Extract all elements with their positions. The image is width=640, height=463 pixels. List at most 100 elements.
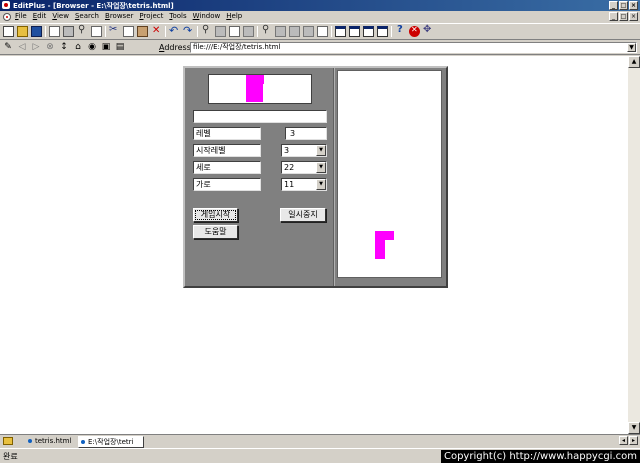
toolbar-separator: [391, 26, 392, 37]
globe-icon[interactable]: ◉: [87, 42, 97, 52]
document-system-icon[interactable]: [3, 13, 11, 21]
toolbar-separator: [257, 26, 258, 37]
scroll-down-icon[interactable]: ▼: [628, 422, 640, 434]
width-select[interactable]: 11 ▼: [281, 178, 327, 191]
tab-scroll-right-icon[interactable]: ▸: [629, 436, 638, 445]
menu-file[interactable]: File: [15, 12, 27, 20]
print-icon[interactable]: [63, 26, 74, 37]
spell-check-icon[interactable]: [77, 24, 88, 37]
menu-edit[interactable]: Edit: [33, 12, 47, 20]
folder-icon[interactable]: [3, 437, 13, 445]
print-preview-icon[interactable]: [91, 26, 102, 37]
menu-view[interactable]: View: [52, 12, 69, 20]
status-bar: 완료 Copyright(c) http://www.happycgi.com: [0, 448, 640, 463]
line-number-icon[interactable]: [289, 26, 300, 37]
pause-button[interactable]: 일시중지: [280, 208, 326, 222]
start-level-select[interactable]: 3 ▼: [281, 144, 327, 157]
doc-close-button[interactable]: ×: [629, 12, 638, 21]
next-piece-block: [255, 75, 264, 84]
column-select-icon[interactable]: [317, 26, 328, 37]
find-in-files-icon[interactable]: [229, 26, 240, 37]
address-input[interactable]: file:///E:/작업장/tetris.html ▼: [190, 42, 637, 53]
ruler-icon[interactable]: [303, 26, 314, 37]
copyright-banner: Copyright(c) http://www.happycgi.com: [440, 450, 640, 463]
menu-bar: File Edit View Search Browser Project To…: [0, 11, 640, 23]
redo-icon[interactable]: [183, 24, 194, 37]
goto-line-icon[interactable]: [243, 26, 254, 37]
window-list-icon[interactable]: [377, 26, 388, 37]
paste-icon[interactable]: [137, 26, 148, 37]
menu-window[interactable]: Window: [193, 12, 221, 20]
tab-scroll-left-icon[interactable]: ◂: [619, 436, 628, 445]
window-tile-horizontal-icon[interactable]: [349, 26, 360, 37]
document-tab-bar: tetris.html E:\작업장\tetri ◂ ▸: [0, 434, 640, 448]
height-select[interactable]: 22 ▼: [281, 161, 327, 174]
chevron-down-icon[interactable]: ▼: [627, 43, 636, 52]
browser-toolbar: ✎ ◁ ▷ ⊗ ↕ ⌂ ◉ ▣ ▤ Address file:///E:/작업장…: [0, 40, 640, 55]
window-cascade-icon[interactable]: [335, 26, 346, 37]
doc-minimize-button[interactable]: _: [609, 12, 618, 21]
window-tile-vertical-icon[interactable]: [363, 26, 374, 37]
address-label: Address: [159, 43, 191, 52]
close-button[interactable]: ×: [629, 1, 638, 10]
doc-restore-button[interactable]: □: [619, 12, 628, 21]
open-folder-icon[interactable]: [17, 26, 28, 37]
editplus-app-icon[interactable]: [2, 1, 10, 9]
menu-search[interactable]: Search: [75, 12, 99, 20]
replace-icon[interactable]: [215, 26, 226, 37]
stop-icon[interactable]: [409, 25, 420, 37]
height-value: 22: [284, 163, 295, 172]
help-icon[interactable]: [395, 24, 406, 37]
browser-content: 레벨 3 시작레벨 3 ▼ 세로 22 ▼ 가로 11 ▼ 게임시작 일시중지 …: [0, 56, 628, 434]
scroll-up-icon[interactable]: ▲: [628, 56, 640, 68]
help-button[interactable]: 도움말: [193, 225, 238, 239]
tab-tetris-html[interactable]: tetris.html: [26, 436, 71, 448]
delete-icon[interactable]: [151, 25, 162, 37]
copy-icon[interactable]: [123, 26, 134, 37]
bookmark-icon[interactable]: ▤: [115, 42, 125, 52]
new-file-icon[interactable]: [3, 26, 14, 37]
chevron-down-icon[interactable]: ▼: [316, 162, 326, 173]
word-wrap-icon[interactable]: [275, 26, 286, 37]
back-arrow-icon[interactable]: ◁: [17, 42, 27, 52]
start-game-button[interactable]: 게임시작: [193, 208, 238, 222]
toolbar-separator: [165, 26, 166, 37]
pen-icon[interactable]: ✎: [3, 42, 13, 52]
cut-icon[interactable]: [109, 24, 120, 37]
save-icon[interactable]: [31, 26, 42, 37]
plugin-icon[interactable]: [423, 24, 434, 37]
maximize-button[interactable]: □: [619, 1, 628, 10]
forward-arrow-icon[interactable]: ▷: [31, 42, 41, 52]
minimize-button[interactable]: _: [609, 1, 618, 10]
menu-browser[interactable]: Browser: [105, 12, 133, 20]
refresh-icon[interactable]: ↕: [59, 42, 69, 52]
start-level-label: 시작레벨: [193, 144, 261, 157]
main-toolbar: [0, 23, 640, 40]
menu-help[interactable]: Help: [226, 12, 242, 20]
width-value: 11: [284, 180, 295, 189]
vertical-scrollbar[interactable]: ▲ ▼: [628, 56, 640, 434]
undo-icon[interactable]: [169, 24, 180, 37]
toolbar-separator: [331, 26, 332, 37]
save-all-icon[interactable]: [49, 26, 60, 37]
browser-window-icon[interactable]: ▣: [101, 42, 111, 52]
toolbar-separator: [105, 26, 106, 37]
menu-project[interactable]: Project: [139, 12, 163, 20]
chevron-down-icon[interactable]: ▼: [316, 179, 326, 190]
level-label: 레벨: [193, 127, 261, 140]
message-field[interactable]: [193, 110, 327, 123]
stop-browser-icon[interactable]: ⊗: [45, 42, 55, 52]
status-text: 완료: [3, 452, 18, 461]
font-icon[interactable]: [261, 24, 272, 37]
next-piece-preview: [208, 74, 312, 104]
chevron-down-icon[interactable]: ▼: [316, 145, 326, 156]
start-level-value: 3: [284, 146, 290, 155]
menu-tools[interactable]: Tools: [169, 12, 186, 20]
tetris-board: [337, 70, 442, 278]
toolbar-separator: [45, 26, 46, 37]
panel-divider: [333, 68, 335, 286]
level-value[interactable]: 3: [285, 127, 327, 140]
find-icon[interactable]: [201, 24, 212, 37]
home-icon[interactable]: ⌂: [73, 42, 83, 52]
tab-browser[interactable]: E:\작업장\tetri: [78, 436, 144, 448]
